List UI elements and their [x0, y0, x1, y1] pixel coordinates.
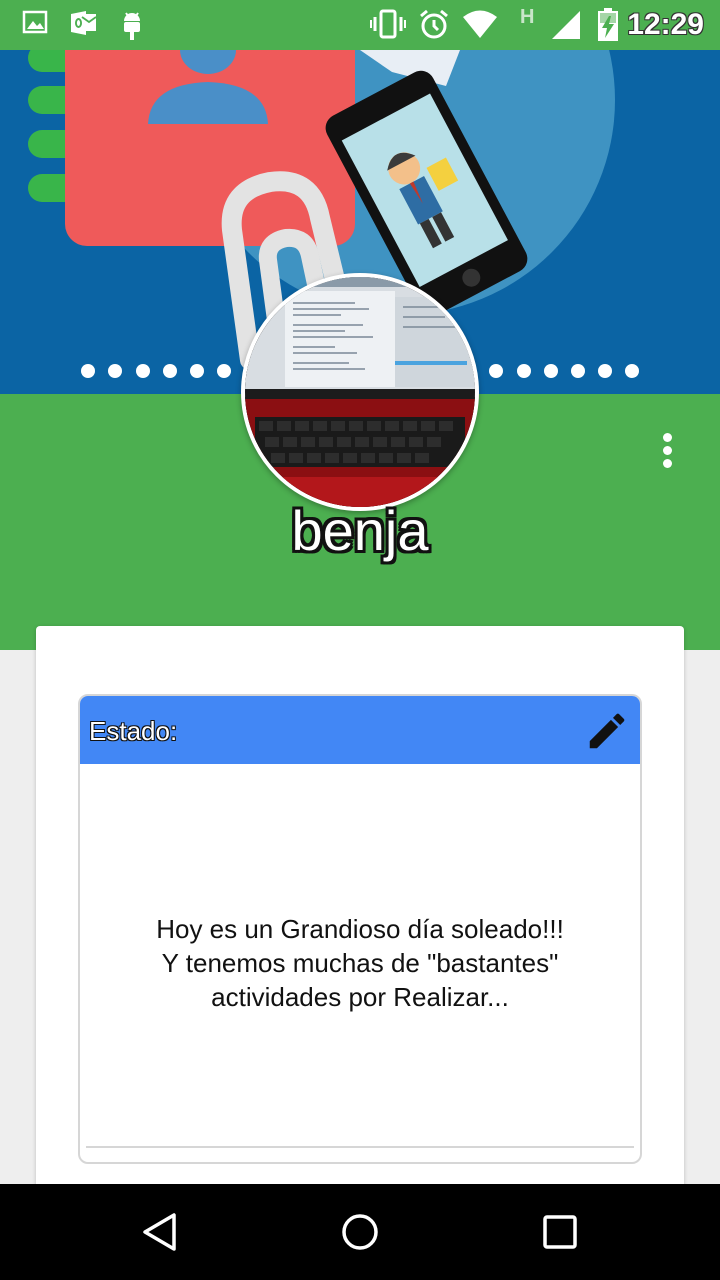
more-vert-icon — [663, 433, 672, 442]
status-label: Estado: — [89, 716, 178, 746]
battery-charging-icon — [596, 8, 620, 46]
carousel-dot[interactable] — [163, 364, 177, 378]
carousel-dot[interactable] — [571, 364, 585, 378]
more-options-button[interactable] — [650, 428, 686, 472]
home-icon[interactable] — [340, 1212, 380, 1252]
wifi-icon — [462, 8, 498, 44]
status-message: Hoy es un Grandioso día soleado!!! Y ten… — [156, 914, 564, 1012]
profile-screen: H 12:29 benja Estado: Hoy es un Grandios… — [0, 0, 720, 1280]
status-card: Estado: Hoy es un Grandioso día soleado!… — [36, 626, 684, 1206]
vibrate-icon — [370, 9, 406, 43]
pencil-icon — [589, 713, 625, 749]
signal-icon — [550, 10, 582, 44]
carousel-dot[interactable] — [517, 364, 531, 378]
status-bar: H 12:29 — [0, 0, 720, 50]
carousel-dot[interactable] — [489, 364, 503, 378]
network-type-label: H — [520, 6, 535, 28]
carousel-dot[interactable] — [190, 364, 204, 378]
carousel-dot[interactable] — [81, 364, 95, 378]
more-vert-icon-dot — [663, 459, 672, 468]
recents-icon[interactable] — [540, 1212, 580, 1252]
more-vert-icon-dot — [663, 446, 672, 455]
carousel-dot[interactable] — [136, 364, 150, 378]
carousel-dot[interactable] — [625, 364, 639, 378]
navigation-bar — [0, 1184, 720, 1280]
profile-username: benja — [291, 499, 429, 562]
carousel-dot[interactable] — [217, 364, 231, 378]
status-box: Estado: Hoy es un Grandioso día soleado!… — [78, 694, 642, 1164]
status-divider — [86, 1146, 634, 1148]
back-icon[interactable] — [140, 1212, 180, 1252]
status-header: Estado: — [80, 696, 640, 764]
outlook-icon — [70, 9, 98, 41]
alarm-icon — [418, 9, 450, 45]
android-icon — [118, 9, 146, 45]
edit-status-button[interactable] — [584, 708, 630, 754]
carousel-dot[interactable] — [544, 364, 558, 378]
carousel-dot[interactable] — [598, 364, 612, 378]
status-time: 12:29 — [627, 8, 704, 41]
carousel-dot[interactable] — [108, 364, 122, 378]
image-icon — [22, 9, 48, 39]
profile-avatar[interactable] — [241, 273, 479, 511]
